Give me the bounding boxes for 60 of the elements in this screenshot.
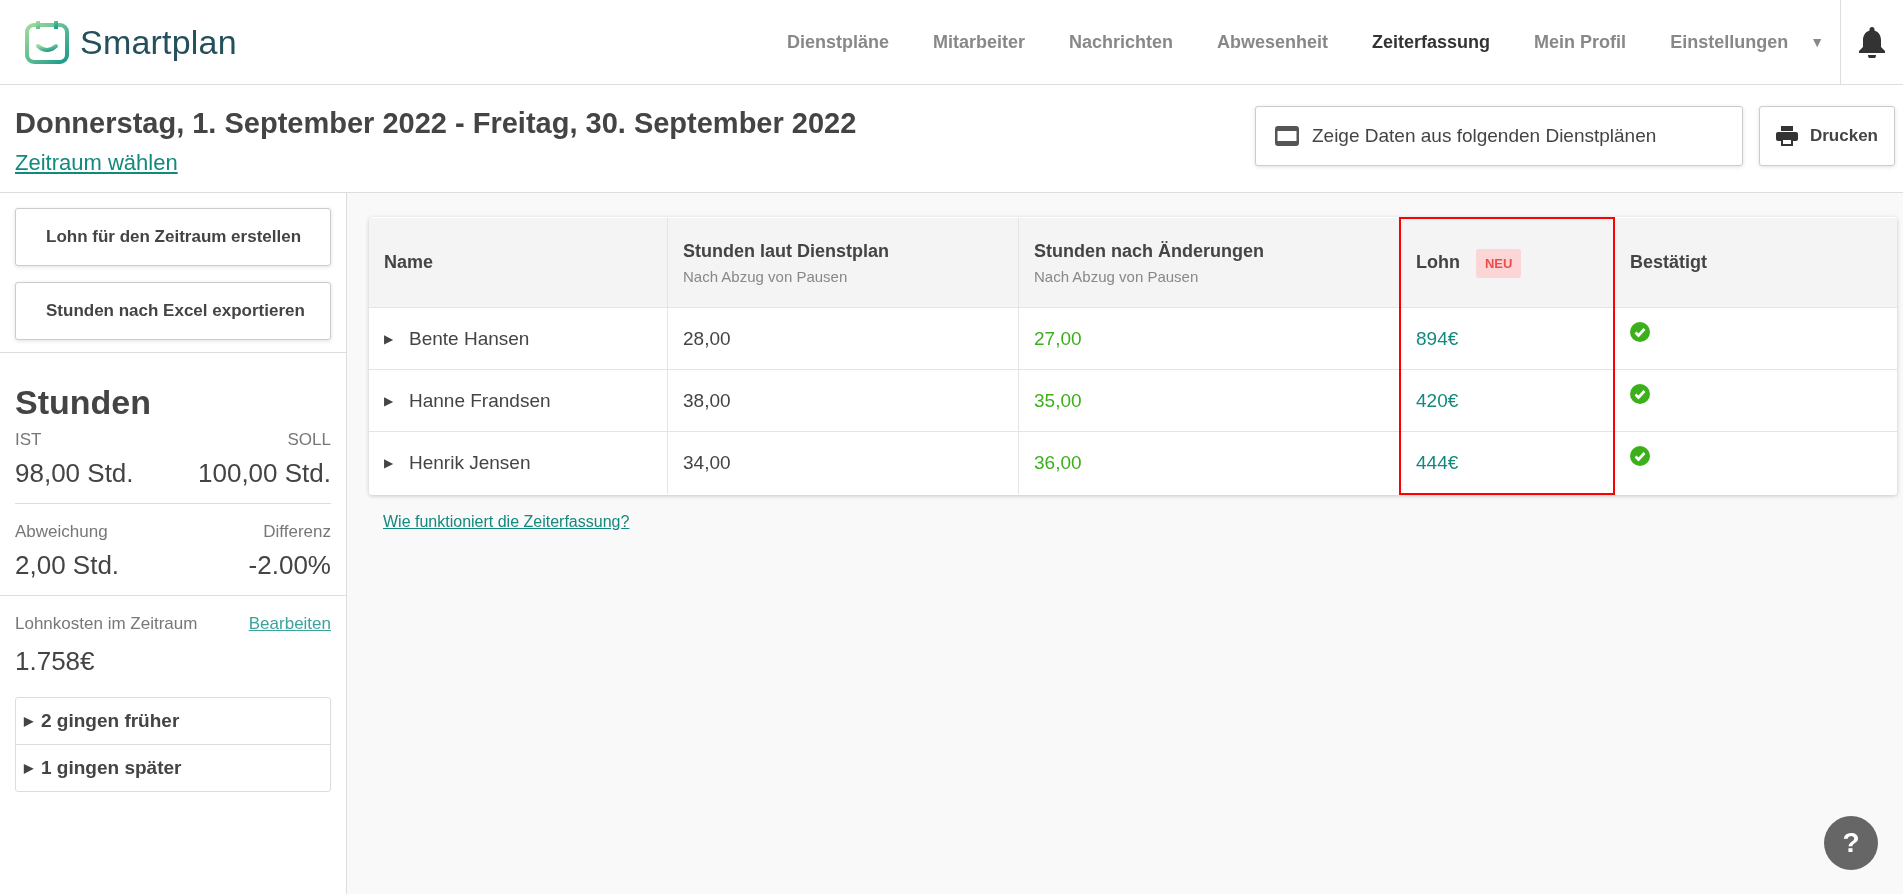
group-label: 2 gingen früher bbox=[41, 710, 180, 732]
column-header: Lohn NEU bbox=[1400, 218, 1614, 308]
print-button[interactable]: Drucken bbox=[1758, 106, 1895, 166]
stat-value: 100,00 Std. bbox=[198, 458, 331, 489]
column-header: Stunden laut Dienstplan Nach Abzug von Pausen bbox=[667, 218, 1019, 308]
table-cell: 28,00 bbox=[667, 307, 1019, 370]
table-cell: 38,00 bbox=[667, 369, 1019, 432]
nav-tab[interactable]: Mein Profil bbox=[1512, 31, 1649, 53]
nav-tab[interactable]: Nachrichten bbox=[1047, 31, 1196, 53]
expand-marker[interactable]: ▶ bbox=[384, 331, 393, 346]
expand-marker: ▶ bbox=[24, 714, 33, 728]
table-cell: 34,00 bbox=[667, 431, 1019, 494]
table-cell: 36,00 bbox=[1018, 431, 1400, 494]
period-link[interactable]: Zeitraum wählen bbox=[15, 150, 178, 176]
expand-marker[interactable]: ▶ bbox=[384, 456, 393, 470]
employee-name: Henrik Jensen bbox=[409, 452, 531, 474]
sidebar-button[interactable]: Lohn für den Zeitraum erstellen bbox=[15, 208, 331, 266]
section-heading: Stunden bbox=[15, 383, 152, 422]
sidebar-button[interactable]: Stunden nach Excel exportieren bbox=[15, 282, 331, 340]
nav-tab[interactable]: Mitarbeiter bbox=[911, 31, 1047, 53]
new-badge: NEU bbox=[1476, 248, 1522, 278]
print-icon bbox=[1775, 126, 1798, 146]
employee-name: Hanne Frandsen bbox=[409, 389, 551, 412]
table-cell: 35,00 bbox=[1018, 369, 1400, 432]
edit-link[interactable]: Bearbeiten bbox=[248, 614, 331, 634]
stat-value: 2,00 Std. bbox=[15, 550, 120, 581]
nav-tab[interactable]: Dienstpläne bbox=[764, 31, 911, 53]
expand-marker: ▶ bbox=[24, 761, 33, 775]
dropdown-caret[interactable]: ▼ bbox=[1810, 34, 1824, 50]
employee-name: Bente Hansen bbox=[409, 327, 530, 350]
stat-label: IST bbox=[15, 430, 43, 450]
bell-icon[interactable] bbox=[1858, 26, 1886, 58]
collapsible-group[interactable]: ▶ 1 gingen später bbox=[16, 744, 330, 791]
collapsible-group[interactable]: ▶ 2 gingen früher bbox=[16, 698, 330, 744]
stat-label: Differenz bbox=[263, 522, 331, 542]
table-cell: 27,00 bbox=[1018, 307, 1400, 370]
stat-value: 98,00 Std. bbox=[15, 458, 134, 489]
group-label: 1 gingen später bbox=[41, 757, 182, 779]
table-cell: 444€ bbox=[1400, 431, 1614, 494]
stat-label: Abweichung bbox=[15, 522, 109, 542]
wage-cost-label: Lohnkosten im Zeitraum bbox=[15, 614, 198, 634]
schedules-button[interactable]: Zeige Daten aus folgenden Dienstplänen bbox=[1254, 106, 1743, 166]
table-cell: 894€ bbox=[1400, 307, 1614, 370]
column-header: Name bbox=[369, 218, 668, 308]
stat-value: -2.00% bbox=[248, 550, 331, 581]
card-icon bbox=[1273, 125, 1300, 147]
nav-tab[interactable]: Abwesenheit bbox=[1195, 31, 1351, 53]
table-cell: 420€ bbox=[1400, 369, 1614, 432]
stat-label: SOLL bbox=[287, 430, 331, 450]
help-button[interactable]: ? bbox=[1824, 816, 1878, 870]
column-header: Bestätigt bbox=[1614, 218, 1897, 308]
wage-total: 1.758€ bbox=[15, 646, 95, 677]
expand-marker[interactable]: ▶ bbox=[384, 393, 393, 408]
nav-tab[interactable]: Zeiterfassung bbox=[1350, 31, 1513, 53]
nav-tab[interactable]: Einstellungen bbox=[1648, 31, 1811, 53]
help-link[interactable]: Wie funktioniert die Zeiterfassung? bbox=[383, 513, 630, 531]
brand-name: Smartplan bbox=[80, 22, 237, 62]
calendar-smile-logo-icon bbox=[24, 19, 70, 65]
column-header: Stunden nach Änderungen Nach Abzug von Pausen bbox=[1018, 218, 1400, 308]
page-title: Donnerstag, 1. September 2022 - Freitag, 30. September 2022 bbox=[15, 107, 857, 140]
